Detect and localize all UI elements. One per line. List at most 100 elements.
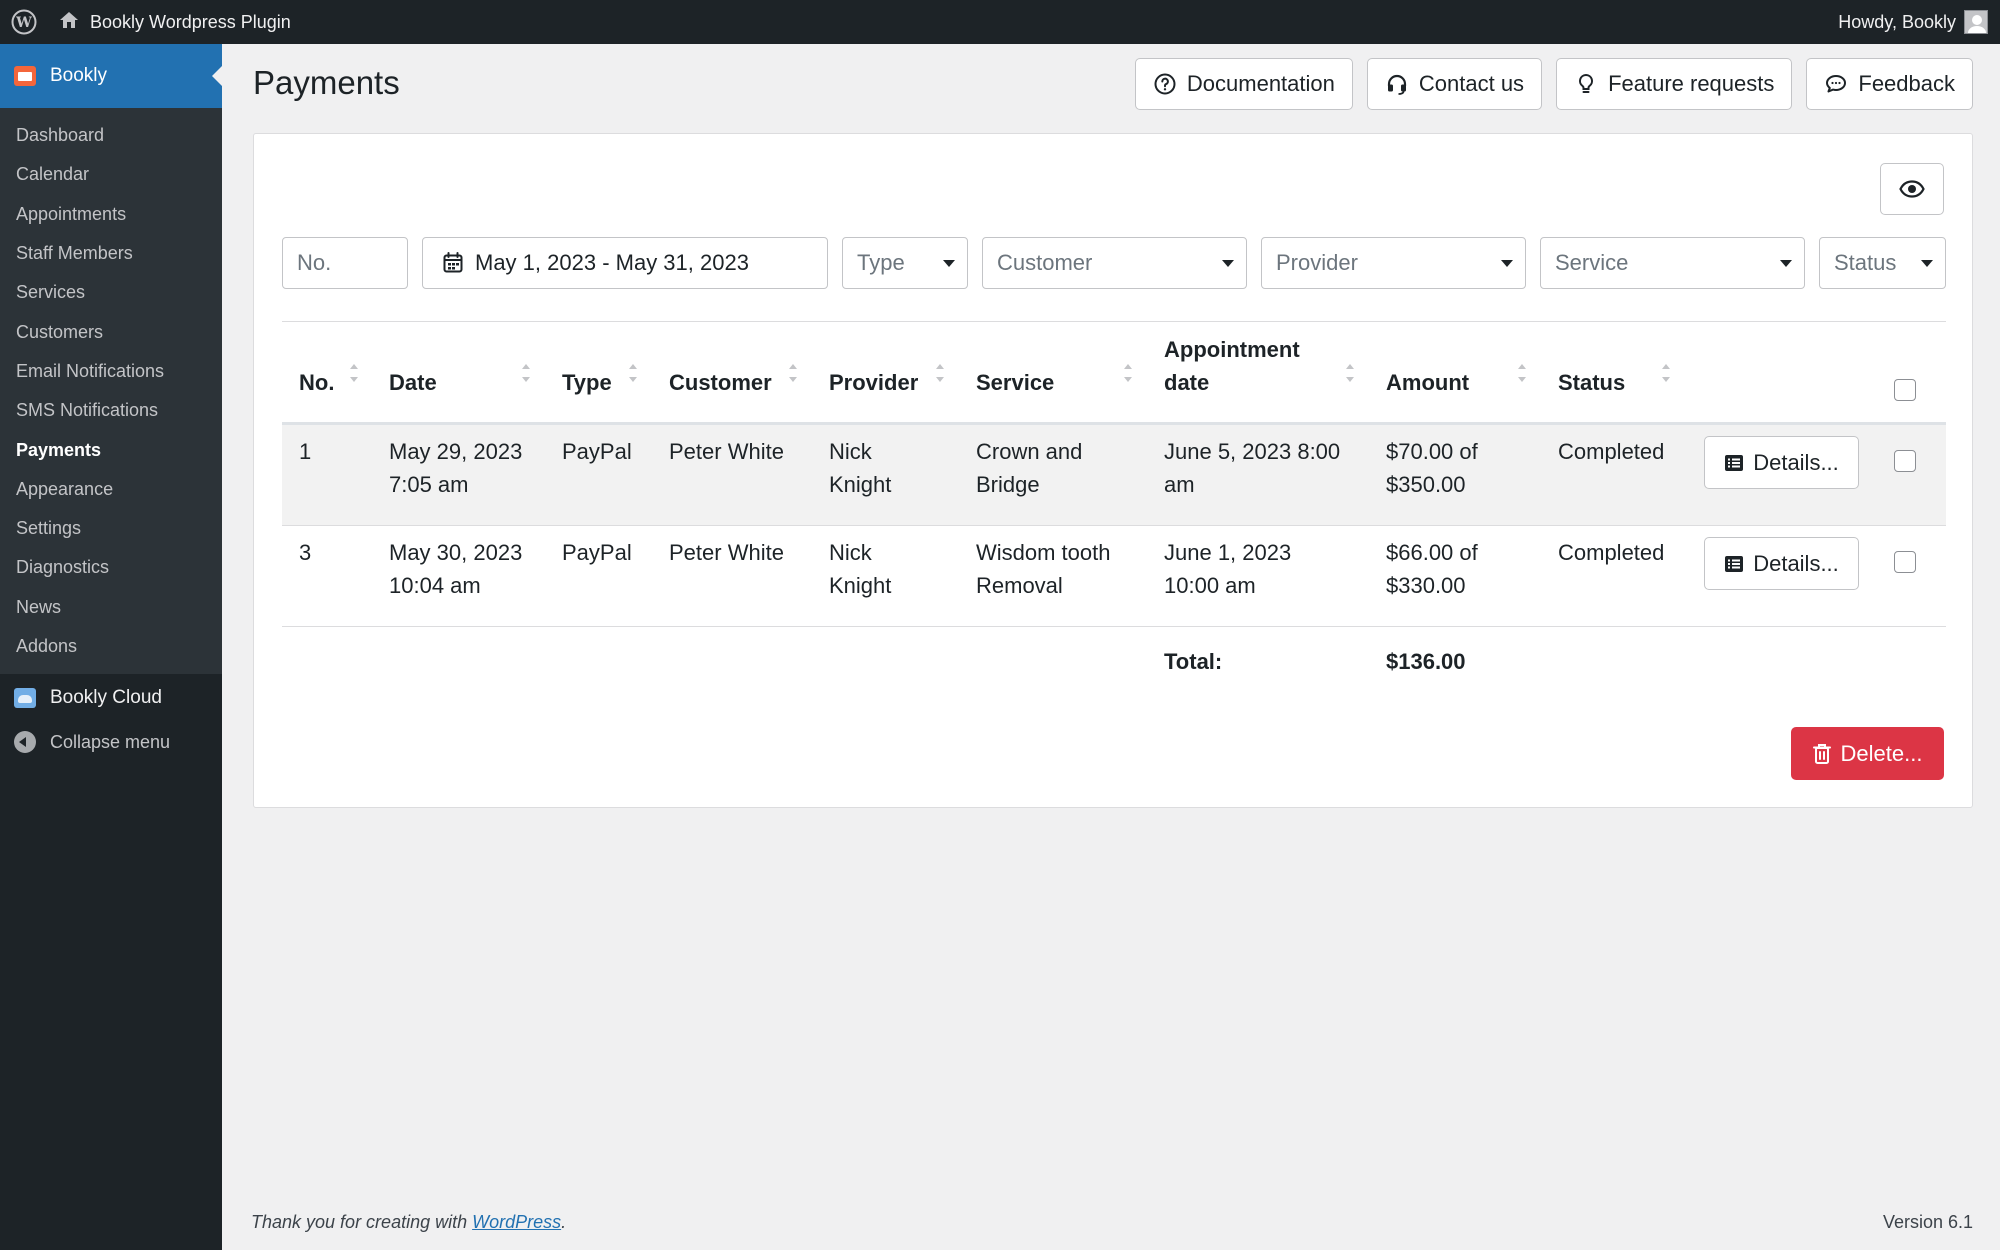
list-icon: [1725, 454, 1744, 471]
cell-line: Bridge: [976, 472, 1040, 497]
wordpress-link[interactable]: WordPress: [472, 1212, 561, 1232]
status-filter-value: Status: [1834, 250, 1897, 275]
feature-requests-label: Feature requests: [1608, 71, 1775, 96]
row-checkbox[interactable]: [1894, 551, 1916, 573]
sidebar-item-label: Bookly: [50, 65, 108, 86]
question-circle-icon: [1154, 73, 1176, 95]
cell-line: Nick: [829, 540, 872, 565]
column-header-status[interactable]: Status: [1558, 366, 1625, 399]
select-all-checkbox[interactable]: [1894, 379, 1916, 401]
date-range-picker[interactable]: May 1, 2023 - May 31, 2023: [422, 237, 828, 289]
sort-icon[interactable]: [1346, 364, 1354, 382]
cell-no: 3: [299, 540, 312, 565]
sidebar-item-email-notifications[interactable]: Email Notifications: [0, 352, 222, 391]
sidebar-item-label: Bookly Cloud: [50, 687, 162, 709]
sort-icon[interactable]: [1662, 364, 1670, 382]
home-icon: [58, 10, 80, 35]
sidebar-item-settings[interactable]: Settings: [0, 509, 222, 548]
sort-icon[interactable]: [1518, 364, 1526, 382]
details-button[interactable]: Details...: [1704, 537, 1859, 590]
sidebar-item-appointments[interactable]: Appointments: [0, 195, 222, 234]
sidebar-item-diagnostics[interactable]: Diagnostics: [0, 548, 222, 587]
sort-icon[interactable]: [789, 364, 797, 382]
delete-label: Delete...: [1840, 740, 1923, 766]
cell-provider: Nick Knight: [829, 435, 891, 501]
eye-icon: [1899, 180, 1925, 198]
divider: [282, 321, 1946, 322]
cell-appointment-date: June 1, 2023 10:00 am: [1164, 536, 1291, 602]
sidebar-item-bookly-cloud[interactable]: Bookly Cloud: [0, 674, 222, 722]
sidebar-item-staff-members[interactable]: Staff Members: [0, 234, 222, 273]
sidebar-item-appearance[interactable]: Appearance: [0, 470, 222, 509]
column-visibility-button[interactable]: [1880, 163, 1944, 215]
documentation-button[interactable]: Documentation: [1134, 58, 1353, 110]
sidebar-item-payments[interactable]: Payments: [0, 430, 222, 469]
bookly-submenu: Dashboard Calendar Appointments Staff Me…: [0, 108, 222, 675]
cell-line: Removal: [976, 573, 1063, 598]
delete-button[interactable]: Delete...: [1791, 727, 1944, 780]
cell-customer: Peter White: [669, 540, 784, 565]
sort-icon[interactable]: [936, 364, 944, 382]
number-filter-input[interactable]: No.: [282, 237, 408, 289]
sort-icon[interactable]: [350, 364, 358, 382]
cell-line: 10:04 am: [389, 573, 481, 598]
howdy-text: Howdy, Bookly: [1838, 11, 1956, 32]
list-icon: [1725, 555, 1744, 572]
sort-icon[interactable]: [1124, 364, 1132, 382]
column-header-customer[interactable]: Customer: [669, 366, 772, 399]
feature-requests-button[interactable]: Feature requests: [1556, 58, 1793, 110]
wordpress-logo-icon[interactable]: W: [0, 0, 48, 44]
status-filter-select[interactable]: Status: [1819, 237, 1946, 289]
cell-line: $330.00: [1386, 573, 1466, 598]
cell-status: Completed: [1558, 540, 1665, 565]
collapse-menu-label: Collapse menu: [50, 731, 171, 752]
column-header-service[interactable]: Service: [976, 366, 1054, 399]
sidebar-item-calendar[interactable]: Calendar: [0, 155, 222, 194]
page-title: Payments: [253, 64, 400, 101]
calendar-icon: [443, 252, 463, 273]
sidebar-item-customers[interactable]: Customers: [0, 312, 222, 351]
collapse-menu-button[interactable]: Collapse menu: [0, 722, 222, 762]
column-header-date[interactable]: Date: [389, 366, 437, 399]
column-header-amount[interactable]: Amount: [1386, 366, 1469, 399]
cell-line: 7:05 am: [389, 472, 469, 497]
user-menu[interactable]: Howdy, Bookly: [1838, 0, 1988, 44]
sidebar-item-dashboard[interactable]: Dashboard: [0, 116, 222, 155]
site-name-link[interactable]: Bookly Wordpress Plugin: [58, 10, 291, 35]
headset-icon: [1387, 74, 1406, 95]
admin-sidebar: Bookly Dashboard Calendar Appointments S…: [0, 44, 222, 1250]
cell-line: Nick: [829, 439, 872, 464]
cell-service: Crown and Bridge: [976, 435, 1082, 501]
cell-type: PayPal: [562, 540, 632, 565]
service-filter-select[interactable]: Service: [1540, 237, 1805, 289]
row-divider: [282, 626, 1946, 627]
cell-appointment-date: June 5, 2023 8:00 am: [1164, 435, 1340, 501]
chat-bubble-icon: [1826, 75, 1847, 93]
sort-icon[interactable]: [522, 364, 530, 382]
sidebar-item-bookly[interactable]: Bookly: [0, 44, 222, 108]
collapse-arrow-icon: [14, 731, 36, 754]
column-header-type[interactable]: Type: [562, 366, 612, 399]
row-checkbox[interactable]: [1894, 450, 1916, 472]
site-name: Bookly Wordpress Plugin: [90, 11, 291, 32]
column-header-appointment-date[interactable]: Appointment date: [1164, 333, 1300, 399]
total-value: $136.00: [1386, 649, 1466, 674]
feedback-button[interactable]: Feedback: [1806, 58, 1973, 110]
cloud-icon: [14, 688, 36, 709]
contact-us-button[interactable]: Contact us: [1366, 58, 1543, 110]
customer-filter-select[interactable]: Customer: [982, 237, 1247, 289]
provider-filter-value: Provider: [1276, 250, 1358, 275]
bookly-icon: [14, 66, 36, 86]
caret-down-icon: [1780, 260, 1792, 267]
type-filter-select[interactable]: Type: [842, 237, 968, 289]
provider-filter-select[interactable]: Provider: [1261, 237, 1526, 289]
sidebar-item-sms-notifications[interactable]: SMS Notifications: [0, 391, 222, 430]
details-button[interactable]: Details...: [1704, 436, 1859, 489]
sort-icon[interactable]: [629, 364, 637, 382]
feedback-label: Feedback: [1858, 71, 1955, 96]
column-header-no[interactable]: No.: [299, 366, 334, 399]
sidebar-item-addons[interactable]: Addons: [0, 627, 222, 666]
column-header-provider[interactable]: Provider: [829, 366, 918, 399]
sidebar-item-services[interactable]: Services: [0, 273, 222, 312]
sidebar-item-news[interactable]: News: [0, 588, 222, 627]
